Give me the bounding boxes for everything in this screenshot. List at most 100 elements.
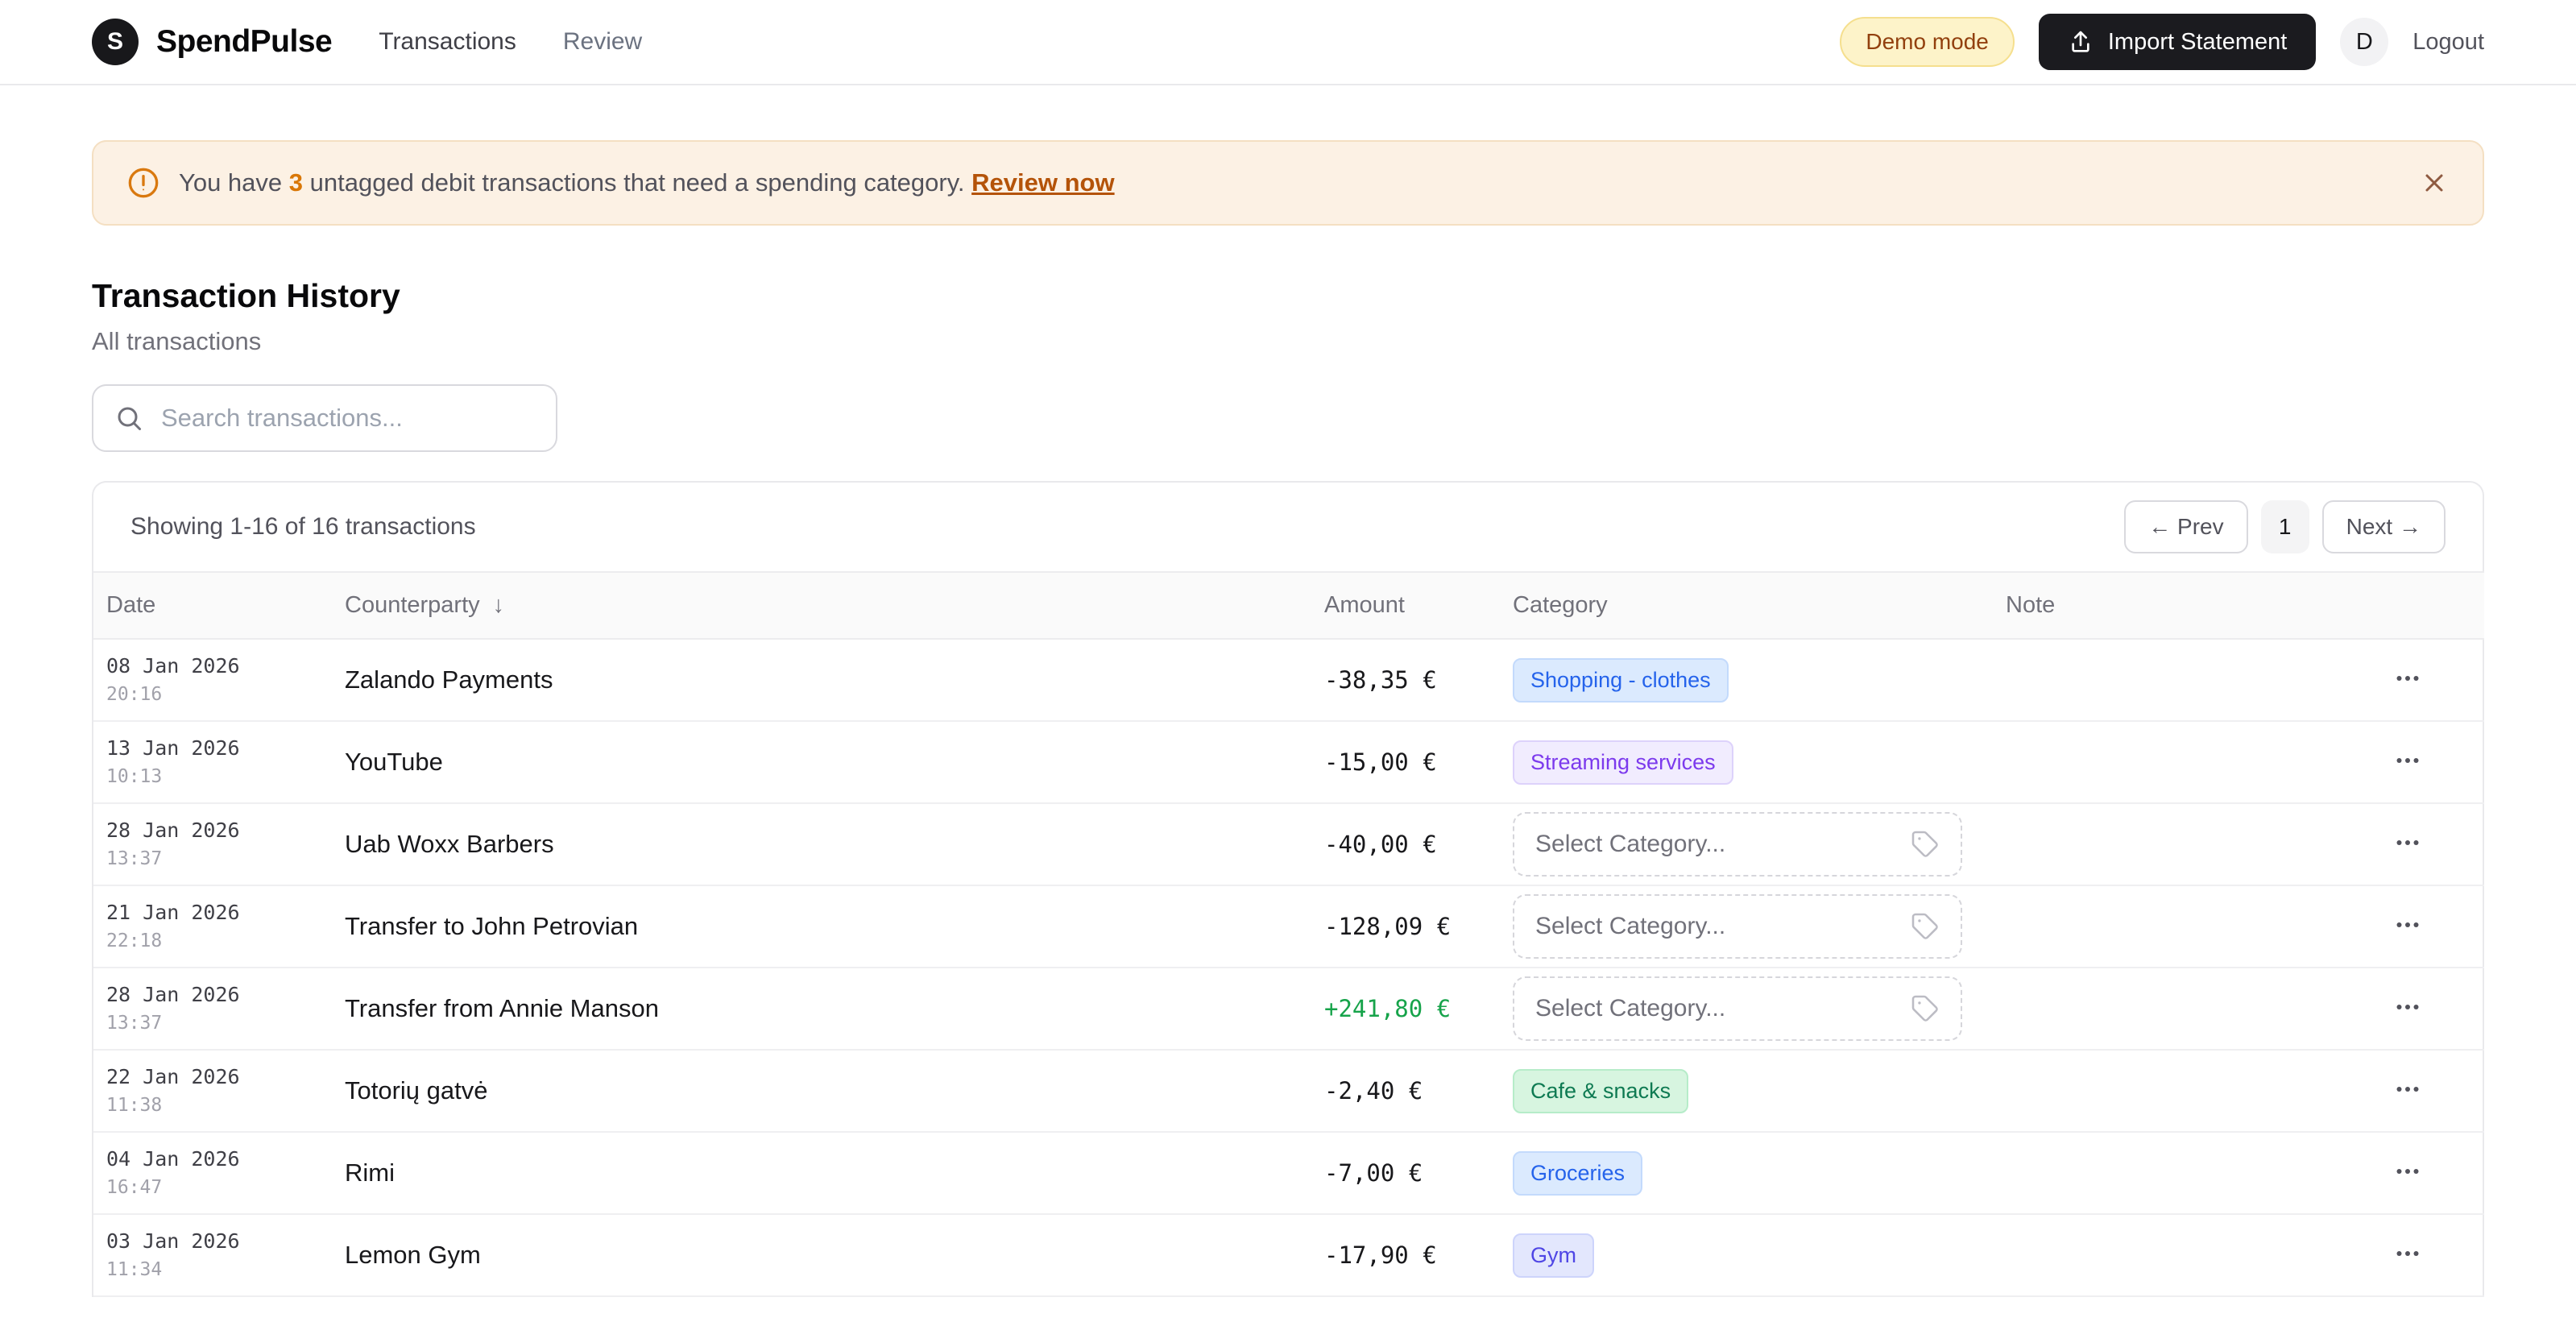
- table-header-row: Date Counterparty ↓ Amount Category Note: [93, 571, 2484, 640]
- transaction-amount: -40,00 €: [1324, 831, 1437, 858]
- category-cell: Select Category...: [1500, 803, 1993, 886]
- date-cell: 28 Jan 2026 13:37: [93, 968, 332, 1051]
- category-cell: Cafe & snacks: [1500, 1050, 1993, 1133]
- transaction-date: 22 Jan 2026: [106, 1065, 240, 1088]
- counterparty-name: Totorių gatvė: [345, 1076, 488, 1105]
- transaction-time: 20:16: [106, 684, 163, 705]
- row-actions-button[interactable]: [2393, 1157, 2422, 1186]
- row-actions-button[interactable]: [2393, 1239, 2422, 1268]
- topbar-right-group: Demo mode Import Statement D Logout: [1840, 14, 2484, 70]
- transactions-card: Showing 1-16 of 16 transactions ← Prev 1…: [92, 481, 2484, 1297]
- more-horizontal-icon: [2393, 664, 2422, 693]
- row-actions-button[interactable]: [2393, 746, 2422, 775]
- actions-cell: [2331, 639, 2484, 722]
- category-badge[interactable]: Groceries: [1513, 1150, 1643, 1196]
- search-input[interactable]: [161, 404, 535, 433]
- sort-descending-icon: ↓: [492, 592, 505, 618]
- more-horizontal-icon: [2393, 993, 2422, 1022]
- amount-cell: +241,80 €: [1311, 968, 1500, 1051]
- counterparty-name: YouTube: [345, 748, 443, 776]
- row-actions-button[interactable]: [2393, 993, 2422, 1022]
- category-badge[interactable]: Streaming services: [1513, 740, 1733, 785]
- transaction-time: 16:47: [106, 1177, 163, 1198]
- amount-cell: -128,09 €: [1311, 885, 1500, 968]
- main-nav: Transactions Review: [379, 28, 642, 56]
- prev-page-button[interactable]: ← Prev: [2124, 500, 2248, 553]
- user-avatar[interactable]: D: [2340, 18, 2389, 66]
- amount-cell: -40,00 €: [1311, 803, 1500, 886]
- next-page-button[interactable]: Next →: [2321, 500, 2446, 553]
- transaction-time: 13:37: [106, 848, 163, 869]
- more-horizontal-icon: [2393, 1075, 2422, 1104]
- current-page-indicator: 1: [2260, 500, 2309, 553]
- note-cell: [1993, 721, 2331, 804]
- review-now-link[interactable]: Review now: [971, 168, 1114, 197]
- logout-link[interactable]: Logout: [2412, 29, 2484, 56]
- date-cell: 13 Jan 2026 10:13: [93, 721, 332, 804]
- counterparty-cell: Totorių gatvė: [332, 1050, 1311, 1133]
- counterparty-header-label: Counterparty: [345, 592, 480, 618]
- category-badge[interactable]: Cafe & snacks: [1513, 1068, 1689, 1113]
- table-row: 21 Jan 2026 22:18 Transfer to John Petro…: [93, 885, 2484, 968]
- table-row: 03 Jan 2026 11:34 Lemon Gym -17,90 € Gym: [93, 1214, 2484, 1297]
- amount-cell: -17,90 €: [1311, 1214, 1500, 1297]
- counterparty-name: Zalando Payments: [345, 665, 553, 694]
- more-horizontal-icon: [2393, 828, 2422, 857]
- untagged-alert-banner: You have 3 untagged debit transactions t…: [92, 140, 2484, 226]
- date-cell: 04 Jan 2026 16:47: [93, 1132, 332, 1215]
- date-cell: 08 Jan 2026 20:16: [93, 639, 332, 722]
- counterparty-name: Rimi: [345, 1158, 395, 1187]
- alert-text-prefix: You have: [179, 168, 289, 197]
- nav-item-review[interactable]: Review: [563, 28, 642, 56]
- nav-item-transactions[interactable]: Transactions: [379, 28, 516, 56]
- amount-cell: -7,00 €: [1311, 1132, 1500, 1215]
- alert-close-button[interactable]: [2420, 168, 2449, 197]
- amount-cell: -38,35 €: [1311, 639, 1500, 722]
- counterparty-name: Transfer to John Petrovian: [345, 912, 639, 940]
- table-row: 13 Jan 2026 10:13 YouTube -15,00 € Strea…: [93, 721, 2484, 804]
- counterparty-cell: Zalando Payments: [332, 639, 1311, 722]
- counterparty-name: Lemon Gym: [345, 1241, 481, 1269]
- category-select-placeholder: Select Category...: [1535, 831, 1726, 857]
- category-badge[interactable]: Shopping - clothes: [1513, 657, 1729, 703]
- category-select-placeholder: Select Category...: [1535, 913, 1726, 939]
- counterparty-cell: Transfer from Annie Manson: [332, 968, 1311, 1051]
- row-actions-button[interactable]: [2393, 828, 2422, 857]
- row-actions-button[interactable]: [2393, 1075, 2422, 1104]
- note-cell: [1993, 1132, 2331, 1215]
- import-statement-button[interactable]: Import Statement: [2038, 14, 2317, 70]
- column-header-actions: [2331, 571, 2484, 640]
- column-header-counterparty[interactable]: Counterparty ↓: [332, 571, 1311, 640]
- column-header-amount: Amount: [1311, 571, 1500, 640]
- transaction-date: 03 Jan 2026: [106, 1229, 240, 1253]
- table-row: 04 Jan 2026 16:47 Rimi -7,00 € Groceries: [93, 1132, 2484, 1215]
- alert-message: You have 3 untagged debit transactions t…: [179, 168, 1115, 197]
- category-cell: Select Category...: [1500, 885, 1993, 968]
- upload-icon: [2068, 29, 2094, 55]
- transaction-time: 10:13: [106, 766, 163, 787]
- category-select[interactable]: Select Category...: [1513, 894, 1962, 959]
- tag-icon: [1911, 830, 1940, 859]
- transaction-time: 11:38: [106, 1095, 163, 1116]
- note-cell: [1993, 639, 2331, 722]
- row-actions-button[interactable]: [2393, 664, 2422, 693]
- import-statement-label: Import Statement: [2107, 28, 2288, 55]
- transaction-amount: -15,00 €: [1324, 748, 1437, 776]
- note-cell: [1993, 1050, 2331, 1133]
- category-cell: Select Category...: [1500, 968, 1993, 1051]
- transaction-amount: -128,09 €: [1324, 913, 1452, 940]
- actions-cell: [2331, 1050, 2484, 1133]
- category-select-placeholder: Select Category...: [1535, 995, 1726, 1022]
- category-select[interactable]: Select Category...: [1513, 976, 1962, 1041]
- table-row: 28 Jan 2026 13:37 Uab Woxx Barbers -40,0…: [93, 803, 2484, 886]
- table-row: 08 Jan 2026 20:16 Zalando Payments -38,3…: [93, 639, 2484, 722]
- category-select[interactable]: Select Category...: [1513, 812, 1962, 877]
- tag-icon: [1911, 912, 1940, 941]
- date-cell: 03 Jan 2026 11:34: [93, 1214, 332, 1297]
- amount-cell: -2,40 €: [1311, 1050, 1500, 1133]
- category-badge[interactable]: Gym: [1513, 1233, 1594, 1278]
- transaction-time: 13:37: [106, 1013, 163, 1034]
- row-actions-button[interactable]: [2393, 910, 2422, 939]
- transactions-table: Date Counterparty ↓ Amount Category Note …: [93, 571, 2484, 1297]
- date-cell: 28 Jan 2026 13:37: [93, 803, 332, 886]
